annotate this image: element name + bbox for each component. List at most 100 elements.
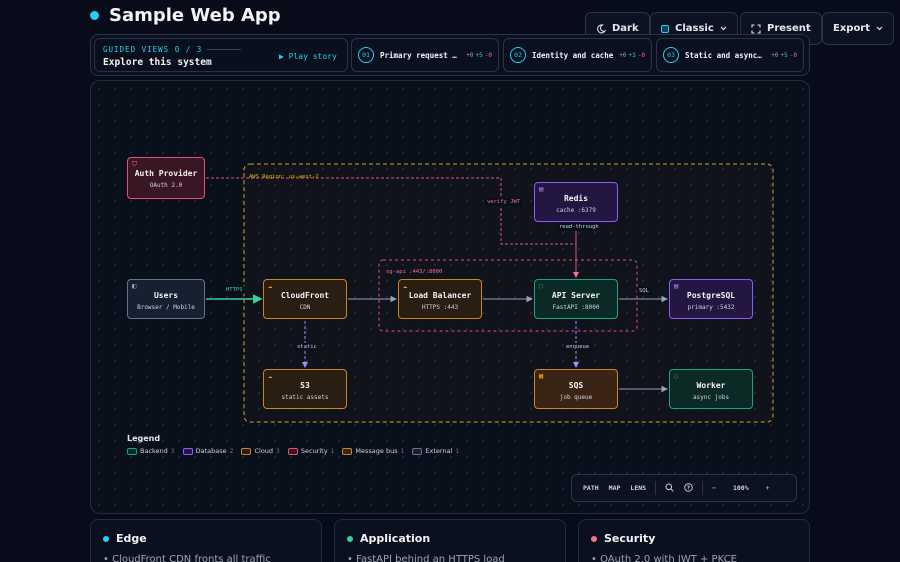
card-application: Application • FastAPI behind an HTTPS lo… bbox=[334, 519, 566, 562]
fullscreen-icon bbox=[751, 23, 761, 34]
node-worker[interactable]: ◌ Worker async jobs bbox=[669, 369, 753, 409]
guided-views-summary: GUIDED VIEWS 0 / 3 Explore this system ▶… bbox=[94, 38, 348, 72]
node-name: API Server bbox=[551, 291, 601, 300]
cloud-icon: ☁ bbox=[403, 282, 408, 290]
style-label: Classic bbox=[675, 23, 714, 34]
theme-label: Dark bbox=[612, 23, 639, 34]
node-api-server[interactable]: ◌ API Server FastAPI :8000 bbox=[534, 279, 618, 319]
card-dot bbox=[591, 535, 597, 542]
node-subtitle: Browser / Mobile bbox=[137, 304, 195, 311]
zoom-out-button[interactable]: − bbox=[707, 484, 721, 492]
svg-text:?: ? bbox=[687, 485, 690, 491]
step-label: Primary request pa… bbox=[380, 50, 461, 60]
node-name: Redis bbox=[563, 194, 589, 203]
step-number: 02 bbox=[510, 47, 526, 63]
step-deltas: +0 +5 -0 bbox=[466, 51, 492, 59]
node-users[interactable]: ◧ Users Browser / Mobile bbox=[127, 279, 205, 319]
legend-title: Legend bbox=[127, 434, 161, 443]
step-number: 03 bbox=[663, 47, 679, 63]
shield-icon: ⛉ bbox=[132, 160, 138, 168]
guided-views-label: GUIDED VIEWS 0 / 3 bbox=[103, 45, 203, 54]
node-subtitle: async jobs bbox=[692, 394, 730, 401]
palette-icon bbox=[661, 24, 669, 33]
zoom-in-button[interactable]: + bbox=[761, 484, 775, 492]
search-icon bbox=[665, 483, 674, 492]
edge-label-sql: SQL bbox=[637, 287, 651, 295]
node-name: CloudFront bbox=[280, 291, 330, 300]
path-button[interactable]: PATH bbox=[578, 484, 604, 492]
node-name: Load Balancer bbox=[408, 291, 472, 300]
step-label: Identity and cache bbox=[532, 50, 614, 60]
edge-label-verify-jwt: verify JWT bbox=[485, 198, 523, 206]
cloud-icon: ☁ bbox=[268, 282, 273, 290]
legend-item-database[interactable]: Database 2 bbox=[182, 447, 233, 455]
node-auth-provider[interactable]: ⛉ Auth Provider OAuth 2.0 bbox=[127, 157, 205, 199]
card-title: Edge bbox=[116, 532, 147, 545]
node-name: Users bbox=[153, 291, 179, 300]
node-subtitle: job queue bbox=[559, 394, 593, 401]
node-cloudfront[interactable]: ☁ CloudFront CDN bbox=[263, 279, 347, 319]
app-title: Sample Web App bbox=[90, 5, 281, 26]
server-icon: ◌ bbox=[674, 372, 679, 380]
node-subtitle: static assets bbox=[281, 394, 329, 401]
app-title-text: Sample Web App bbox=[109, 5, 281, 26]
node-subtitle: HTTPS :443 bbox=[421, 304, 459, 311]
database-icon: ▤ bbox=[539, 185, 544, 193]
card-edge: Edge • CloudFront CDN fronts all traffic bbox=[90, 519, 322, 562]
node-load-balancer[interactable]: ☁ Load Balancer HTTPS :443 bbox=[398, 279, 482, 319]
node-subtitle: OAuth 2.0 bbox=[149, 182, 183, 189]
server-icon: ◌ bbox=[539, 282, 544, 290]
help-icon: ? bbox=[684, 482, 693, 492]
node-subtitle: FastAPI :8000 bbox=[552, 304, 600, 311]
card-dot bbox=[103, 535, 109, 542]
export-label: Export bbox=[833, 23, 871, 34]
node-subtitle: cache :6379 bbox=[556, 207, 596, 214]
guided-views-bar: GUIDED VIEWS 0 / 3 Explore this system ▶… bbox=[90, 34, 810, 76]
node-name: S3 bbox=[300, 381, 310, 390]
story-step-2[interactable]: 02 Identity and cache +0 +3 -0 bbox=[503, 38, 652, 72]
progress-track bbox=[207, 49, 241, 50]
help-button[interactable]: ? bbox=[679, 482, 698, 494]
canvas-toolbar: PATH MAP LENS ? − 100% + bbox=[571, 474, 797, 502]
legend: Legend Backend 3 Database 2 Cloud 3 Securit… bbox=[127, 434, 459, 455]
chevron-down-icon bbox=[876, 26, 883, 31]
node-s3[interactable]: ☁ S3 static assets bbox=[263, 369, 347, 409]
node-subtitle: primary :5432 bbox=[687, 304, 735, 311]
node-name: SQS bbox=[568, 381, 584, 390]
card-security: Security • OAuth 2.0 with JWT + PKCE bbox=[578, 519, 810, 562]
security-group-label: sg-api :443/:8000 bbox=[386, 269, 443, 275]
legend-item-external[interactable]: External 1 bbox=[412, 447, 459, 455]
export-button[interactable]: Export bbox=[822, 12, 895, 45]
node-sqs[interactable]: ▦ SQS job queue bbox=[534, 369, 618, 409]
diagram-canvas[interactable]: AWS Region: us-west-2 sg-api :443/:8000 … bbox=[90, 80, 810, 514]
step-deltas: +0 +5 -0 bbox=[771, 51, 797, 59]
moon-icon bbox=[597, 23, 606, 33]
play-story-button[interactable]: ▶ Play story bbox=[279, 52, 337, 61]
story-step-3[interactable]: 03 Static and async w… +0 +5 -0 bbox=[656, 38, 804, 72]
chevron-down-icon bbox=[720, 26, 727, 31]
node-name: Worker bbox=[696, 381, 726, 390]
lens-button[interactable]: LENS bbox=[625, 484, 651, 492]
guided-views-title: Explore this system bbox=[103, 57, 212, 68]
cloud-icon: ☁ bbox=[268, 372, 273, 380]
node-postgresql[interactable]: ▤ PostgreSQL primary :5432 bbox=[669, 279, 753, 319]
legend-item-message-bus[interactable]: Message bus 1 bbox=[342, 447, 404, 455]
legend-item-backend[interactable]: Backend 3 bbox=[127, 447, 175, 455]
story-step-1[interactable]: 01 Primary request pa… +0 +5 -0 bbox=[351, 38, 499, 72]
edge-label-enqueue: enqueue bbox=[564, 343, 592, 351]
legend-item-security[interactable]: Security 1 bbox=[287, 447, 334, 455]
card-title: Application bbox=[360, 532, 431, 545]
search-button[interactable] bbox=[660, 483, 679, 494]
map-button[interactable]: MAP bbox=[604, 484, 626, 492]
node-subtitle: CDN bbox=[299, 304, 311, 311]
card-body: • OAuth 2.0 with JWT + PKCE bbox=[591, 554, 737, 562]
card-body: • CloudFront CDN fronts all traffic bbox=[103, 554, 271, 562]
divider bbox=[655, 481, 657, 495]
card-dot bbox=[347, 535, 353, 542]
node-redis[interactable]: ▤ Redis cache :6379 bbox=[534, 182, 618, 222]
step-number: 01 bbox=[358, 47, 374, 63]
step-label: Static and async w… bbox=[685, 50, 766, 60]
present-label: Present bbox=[767, 23, 811, 34]
legend-item-cloud[interactable]: Cloud 3 bbox=[241, 447, 280, 455]
node-name: Auth Provider bbox=[134, 169, 198, 178]
